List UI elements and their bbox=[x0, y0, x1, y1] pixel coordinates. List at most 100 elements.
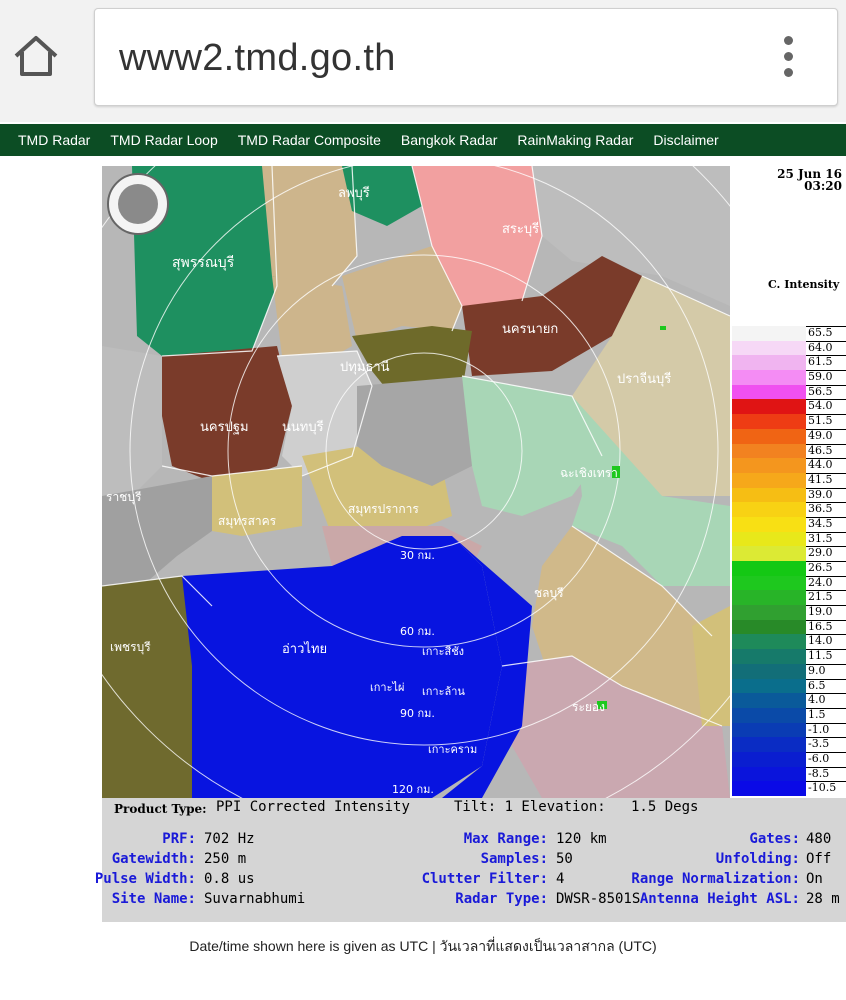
scale-label: 39.0 bbox=[808, 487, 833, 501]
scale-swatch bbox=[732, 326, 806, 341]
scale-row: 19.0 bbox=[730, 605, 846, 620]
label-kolan: เกาะล้าน bbox=[422, 685, 465, 698]
scale-label: 9.0 bbox=[808, 663, 826, 677]
nav-link-tmd-radar-loop[interactable]: TMD Radar Loop bbox=[110, 132, 217, 148]
nav-link-rainmaking-radar[interactable]: RainMaking Radar bbox=[517, 132, 633, 148]
scale-row: 24.0 bbox=[730, 575, 846, 591]
radar-timestamp: 25 Jun 16 03:20 bbox=[777, 168, 842, 192]
nav-link-disclaimer[interactable]: Disclaimer bbox=[653, 132, 718, 148]
scale-label: 46.5 bbox=[808, 443, 833, 457]
scale-label: -8.5 bbox=[808, 766, 830, 780]
param-samples: Samples: 50 bbox=[480, 851, 573, 867]
home-icon[interactable] bbox=[10, 30, 62, 82]
scale-label: 44.0 bbox=[808, 458, 833, 472]
scale-label: -1.0 bbox=[808, 722, 830, 736]
scale-row: 36.5 bbox=[730, 502, 846, 517]
scale-row: -1.0 bbox=[730, 722, 846, 738]
scale-row: 14.0 bbox=[730, 634, 846, 650]
scale-row: 31.5 bbox=[730, 531, 846, 547]
scale-row: 61.5 bbox=[730, 355, 846, 371]
param-unfolding: Unfolding: Off bbox=[715, 851, 832, 867]
scale-label: 56.5 bbox=[808, 384, 833, 398]
scale-label: 31.5 bbox=[808, 531, 833, 545]
scale-row: 29.0 bbox=[730, 546, 846, 561]
scale-row: -8.5 bbox=[730, 766, 846, 782]
scale-swatch bbox=[732, 502, 806, 517]
label-lopburi: ลพบุรี bbox=[338, 186, 370, 201]
scale-row: 39.0 bbox=[730, 487, 846, 503]
scale-swatch bbox=[732, 693, 806, 708]
scale-row: 65.5 bbox=[730, 326, 846, 341]
address-bar[interactable]: www2.tmd.go.th bbox=[94, 8, 838, 106]
scale-label: 11.5 bbox=[808, 649, 833, 663]
label-pathumthani: ปทุมธานี bbox=[340, 360, 390, 375]
scale-label: 19.0 bbox=[808, 605, 833, 619]
scale-swatch bbox=[732, 590, 806, 606]
ring-label-60: 60 กม. bbox=[400, 625, 435, 638]
scale-label: 36.5 bbox=[808, 502, 833, 516]
nav-link-tmd-radar-composite[interactable]: TMD Radar Composite bbox=[238, 132, 381, 148]
scale-label: 16.5 bbox=[808, 619, 833, 633]
label-saraburi: สระบุรี bbox=[502, 222, 540, 237]
intensity-scale: 65.5 64.0 61.5 59.0 56.5 54.0 51.5 49.0 46.5 44.0… bbox=[730, 326, 846, 796]
scale-label: 59.0 bbox=[808, 370, 833, 384]
label-samutsakhon: สมุทรสาคร bbox=[218, 514, 277, 528]
scale-swatch bbox=[732, 399, 806, 415]
scale-label: 65.5 bbox=[808, 326, 833, 339]
scale-row: 59.0 bbox=[730, 370, 846, 385]
scale-label: 14.0 bbox=[808, 634, 833, 648]
scale-row: 41.5 bbox=[730, 472, 846, 488]
scale-label: 49.0 bbox=[808, 428, 833, 442]
scale-row: 44.0 bbox=[730, 458, 846, 473]
nav-link-bangkok-radar[interactable]: Bangkok Radar bbox=[401, 132, 498, 148]
radar-info-panel: Product Type: PPI Corrected Intensity Ti… bbox=[95, 798, 846, 922]
label-ratchaburi: ราชบุรี bbox=[106, 490, 142, 504]
scale-swatch bbox=[732, 781, 806, 796]
label-chachoengsao: ฉะเชิงเทรา bbox=[560, 466, 618, 480]
scale-swatch bbox=[732, 487, 806, 503]
scale-swatch bbox=[732, 634, 806, 650]
scale-row: 1.5 bbox=[730, 707, 846, 723]
label-kophai: เกาะไผ่ bbox=[370, 681, 405, 694]
scale-row: 56.5 bbox=[730, 384, 846, 400]
scale-swatch bbox=[732, 751, 806, 767]
scale-swatch bbox=[732, 458, 806, 473]
scale-swatch bbox=[732, 737, 806, 752]
browser-toolbar: www2.tmd.go.th bbox=[0, 0, 846, 122]
overflow-menu-icon[interactable] bbox=[770, 32, 806, 82]
scale-label: 64.0 bbox=[808, 340, 833, 354]
product-type-value: PPI Corrected Intensity bbox=[216, 799, 410, 815]
scale-label: 51.5 bbox=[808, 414, 833, 428]
nav-link-tmd-radar[interactable]: TMD Radar bbox=[18, 132, 90, 148]
scale-swatch bbox=[732, 414, 806, 429]
scale-row: 6.5 bbox=[730, 678, 846, 694]
scale-row: 11.5 bbox=[730, 649, 846, 664]
scale-swatch bbox=[732, 649, 806, 664]
param-gatewidth: Gatewidth: 250 m bbox=[111, 851, 247, 867]
scale-swatch bbox=[732, 546, 806, 561]
param-radar-type: Radar Type: DWSR-8501S bbox=[455, 891, 641, 907]
url-text[interactable]: www2.tmd.go.th bbox=[119, 37, 396, 80]
param-gates: Gates: 480 bbox=[749, 831, 832, 847]
scale-row: 4.0 bbox=[730, 693, 846, 708]
param-pulse-width: Pulse Width: 0.8 us bbox=[94, 871, 255, 887]
tilt-elevation: Tilt: 1 Elevation: 1.5 Degs bbox=[454, 799, 699, 815]
label-chonburi: ชลบุรี bbox=[534, 586, 564, 600]
radar-map[interactable]: สุพรรณบุรี ลพบุรี สระบุรี นครนายก ปราจีน… bbox=[102, 166, 730, 798]
param-prf: PRF: 702 Hz bbox=[162, 831, 255, 847]
scale-swatch bbox=[732, 707, 806, 723]
label-nakhonpathom: นครปฐม bbox=[200, 420, 249, 435]
label-samutprakan: สมุทรปราการ bbox=[348, 502, 419, 516]
scale-swatch bbox=[732, 531, 806, 547]
scale-row: 34.5 bbox=[730, 516, 846, 532]
scale-row: 49.0 bbox=[730, 428, 846, 444]
scale-row: -6.0 bbox=[730, 751, 846, 767]
label-gulf: อ่าวไทย bbox=[282, 642, 328, 657]
utc-note: Date/time shown here is given as UTC | ว… bbox=[189, 938, 657, 954]
radar-time: 03:20 bbox=[804, 179, 842, 193]
param-clutter-filter: Clutter Filter: 4 bbox=[421, 871, 565, 887]
scale-row: 54.0 bbox=[730, 399, 846, 415]
scale-row: 9.0 bbox=[730, 663, 846, 679]
scale-row: -3.5 bbox=[730, 737, 846, 752]
scale-label: 24.0 bbox=[808, 575, 833, 589]
